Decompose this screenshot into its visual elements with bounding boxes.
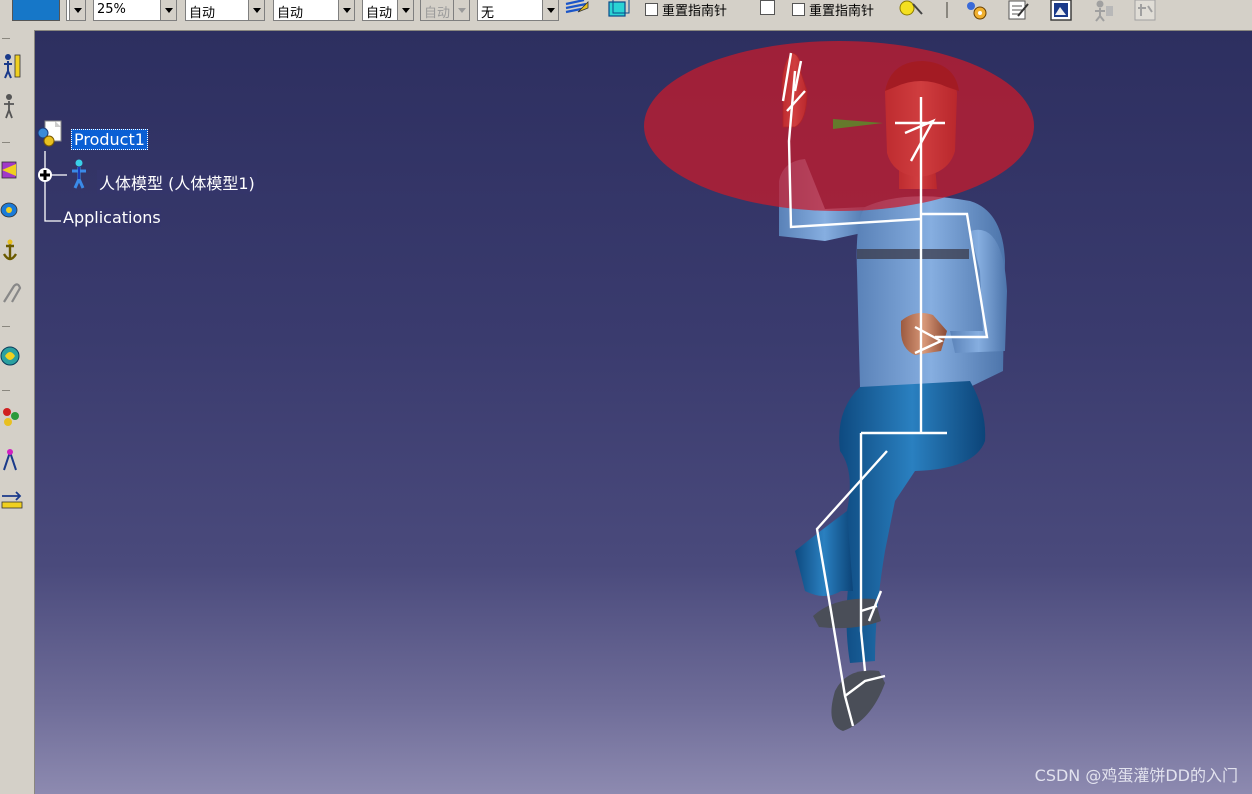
human-manikin-scene[interactable]: [35, 31, 1252, 794]
manikin-measure-icon[interactable]: [0, 52, 24, 80]
lines-color-icon[interactable]: [564, 0, 590, 22]
chevron-down-icon[interactable]: [69, 0, 85, 20]
vision-window-icon[interactable]: [0, 156, 24, 184]
zoom-combo[interactable]: 25%: [93, 0, 177, 21]
checkbox-box[interactable]: [645, 2, 658, 16]
color-swatch[interactable]: [12, 0, 60, 21]
watermark: CSDN @鸡蛋灌饼DD的入门: [1034, 766, 1238, 785]
render-image-icon[interactable]: [1048, 0, 1074, 22]
blank-checkbox[interactable]: [760, 0, 775, 15]
combo-none-value: 无: [481, 6, 495, 21]
reset-compass-checkbox-2[interactable]: 重置指南针: [792, 0, 875, 19]
attach-icon[interactable]: [0, 280, 24, 308]
document-edit-icon[interactable]: [1006, 0, 1032, 22]
manikin-posture-icon[interactable]: [0, 92, 24, 120]
manikin-settings-icon[interactable]: [962, 0, 988, 22]
reach-envelope-icon[interactable]: [0, 196, 24, 224]
constraint-icon[interactable]: [0, 342, 24, 370]
toolbar-separator: [2, 326, 10, 327]
toolbar-separator: [946, 2, 948, 18]
chevron-down-icon[interactable]: [248, 0, 264, 20]
zoom-value: 25%: [97, 2, 126, 17]
combo-auto-3[interactable]: 自动: [362, 0, 414, 21]
chevron-down-icon[interactable]: [338, 0, 354, 20]
toolbar-separator: [2, 38, 10, 39]
chevron-down-icon: [453, 0, 469, 20]
combo-auto-1-value: 自动: [189, 6, 216, 21]
combo-auto-1[interactable]: 自动: [185, 0, 265, 21]
reset-compass-label-1: 重置指南针: [662, 3, 728, 19]
anchor-icon[interactable]: [0, 238, 24, 266]
combo-auto-3-value: 自动: [366, 6, 393, 21]
color-dropdown[interactable]: [66, 0, 86, 21]
checkbox-box[interactable]: [792, 2, 805, 16]
left-toolbar: [0, 30, 35, 794]
toolbar-separator: [2, 142, 10, 143]
3d-viewport[interactable]: Product1 人体模型 (人体模型1) Applications CSDN …: [35, 31, 1252, 794]
chevron-down-icon[interactable]: [160, 0, 176, 20]
segment-tool-icon[interactable]: [0, 446, 24, 474]
lower-shoe: [831, 670, 885, 731]
manikin-disabled-icon: [1095, 0, 1113, 22]
combo-auto-disabled-value: 自动: [424, 6, 451, 21]
box-display-icon[interactable]: [606, 0, 632, 22]
light-bulb-icon[interactable]: [898, 0, 924, 22]
combo-auto-2[interactable]: 自动: [273, 0, 355, 21]
shirt-stripe: [857, 249, 969, 259]
reset-compass-label-2: 重置指南针: [809, 3, 875, 19]
color-palette-icon[interactable]: [0, 404, 24, 432]
posture-disabled-icon: [1134, 0, 1156, 21]
measure-distance-icon[interactable]: [0, 486, 24, 514]
chevron-down-icon[interactable]: [542, 0, 558, 20]
lower-leg: [795, 511, 853, 596]
combo-none[interactable]: 无: [477, 0, 559, 21]
top-toolbar: 25% 自动 自动 自动 自动 无 重置指南针 重置指南针: [0, 0, 1252, 31]
combo-auto-2-value: 自动: [277, 6, 304, 21]
toolbar-separator: [2, 390, 10, 391]
chevron-down-icon[interactable]: [397, 0, 413, 20]
reset-compass-checkbox-1[interactable]: 重置指南针: [645, 0, 728, 19]
combo-auto-disabled: 自动: [420, 0, 470, 21]
